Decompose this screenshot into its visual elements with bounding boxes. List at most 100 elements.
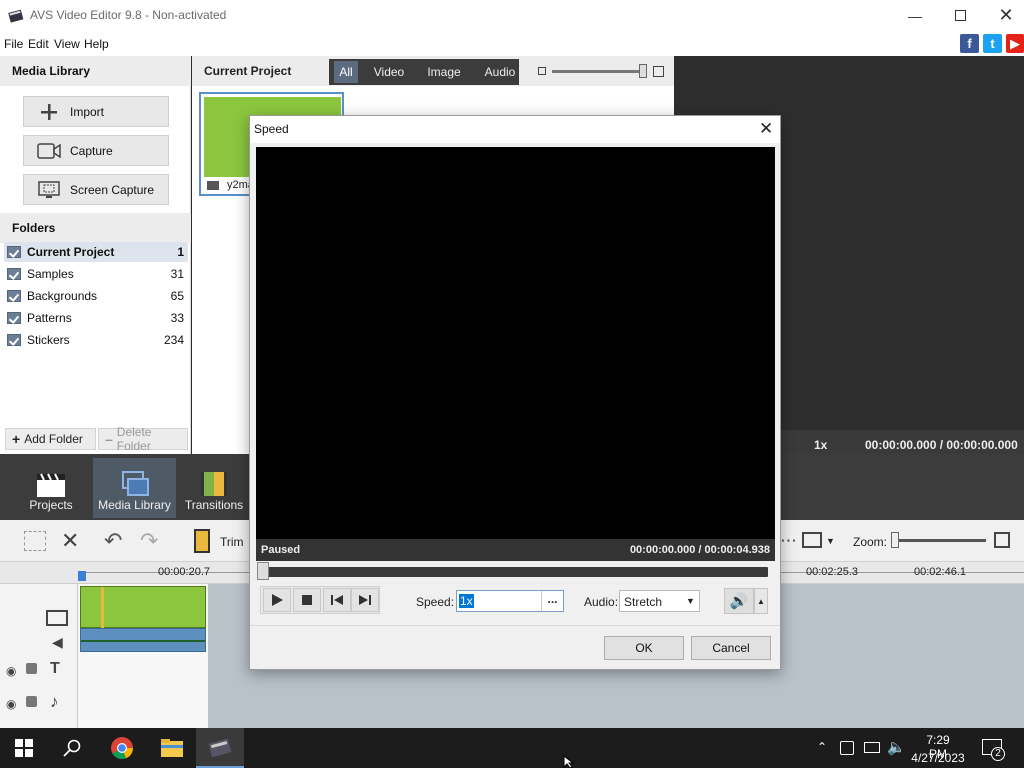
speaker-icon[interactable]: 🔈 — [887, 738, 906, 756]
playback-time: 00:00:00.000 / 00:00:04.938 — [629, 544, 770, 556]
file-explorer-icon[interactable] — [148, 728, 196, 768]
zoom-handle[interactable] — [891, 532, 899, 548]
tab-label: Transitions — [184, 498, 244, 512]
screen-capture-button[interactable]: Screen Capture — [23, 174, 169, 205]
windows-start-icon[interactable] — [0, 728, 48, 768]
delete-folder-button[interactable]: – Delete Folder — [98, 425, 188, 453]
fit-timeline-icon[interactable] — [994, 532, 1010, 548]
folder-stickers[interactable]: Stickers 234 — [4, 330, 188, 350]
ok-button[interactable]: OK — [604, 636, 684, 660]
folder-check-icon — [7, 290, 21, 302]
dialog-seek-bar[interactable] — [260, 567, 768, 577]
facebook-icon[interactable]: f — [960, 34, 979, 53]
folders-title: Folders — [0, 213, 191, 243]
tab-media-library[interactable]: Media Library — [93, 458, 176, 518]
film-stack-icon — [121, 471, 149, 496]
twitter-icon[interactable]: t — [983, 34, 1002, 53]
cancel-button[interactable]: Cancel — [691, 636, 771, 660]
playhead-marker[interactable] — [78, 571, 86, 581]
audio-select[interactable]: Stretch ▼ — [619, 590, 700, 612]
preview-time: 00:00:00.000 / 00:00:00.000 — [865, 438, 1018, 452]
folder-current-project[interactable]: Current Project 1 — [4, 242, 188, 262]
speed-input[interactable]: 1x ... — [456, 590, 564, 612]
add-folder-label: Add Folder — [24, 432, 83, 446]
import-label: Import — [70, 104, 105, 119]
tab-transitions[interactable]: Transitions — [174, 458, 254, 518]
security-icon[interactable] — [840, 741, 854, 755]
video-clip[interactable] — [80, 586, 206, 629]
menu-file[interactable]: File — [4, 37, 23, 51]
clock-date[interactable]: 4/27/2023 — [910, 751, 966, 765]
speed-more-button[interactable]: ... — [541, 591, 563, 611]
aspect-ratio-icon[interactable] — [802, 532, 822, 548]
previous-frame-icon[interactable] — [323, 588, 351, 612]
thumb-size-slider[interactable] — [552, 70, 644, 73]
tab-projects[interactable]: Projects — [11, 458, 91, 518]
trim-label[interactable]: Trim — [220, 535, 244, 549]
clapperboard-icon — [37, 473, 65, 497]
plus-icon — [34, 103, 64, 121]
trim-icon[interactable] — [194, 529, 210, 553]
chevron-down-icon[interactable]: ▼ — [826, 536, 835, 546]
audio-clip[interactable] — [80, 628, 206, 652]
youtube-icon[interactable]: ▶ — [1006, 34, 1024, 53]
capture-button[interactable]: Capture — [23, 135, 169, 166]
tab-audio[interactable]: Audio — [480, 61, 520, 83]
slider-handle[interactable] — [639, 64, 647, 78]
volume-up-icon[interactable]: ▲ — [754, 588, 768, 614]
window-title: AVS Video Editor 9.8 - Non-activated — [30, 8, 227, 22]
close-icon[interactable]: ✕ — [983, 0, 1024, 31]
storyboard-icon[interactable] — [24, 531, 46, 551]
show-hidden-icons-icon[interactable]: ⌃ — [817, 740, 827, 754]
audio-mute-icon[interactable]: ◀ — [52, 634, 63, 651]
play-icon[interactable] — [263, 588, 291, 612]
add-folder-button[interactable]: + Add Folder — [5, 428, 96, 450]
redo-icon[interactable]: ↷ — [140, 528, 158, 554]
stop-icon[interactable] — [293, 588, 321, 612]
dialog-close-icon[interactable]: ✕ — [759, 119, 773, 139]
avs-video-editor-taskbar-icon[interactable] — [196, 728, 244, 768]
speed-value: 1x — [459, 594, 474, 608]
next-frame-icon[interactable] — [351, 588, 379, 612]
undo-icon[interactable]: ↶ — [104, 528, 122, 554]
search-icon[interactable] — [48, 728, 96, 768]
folder-count: 65 — [170, 289, 184, 303]
delete-icon[interactable]: ✕ — [61, 528, 79, 554]
menu-edit[interactable]: Edit — [28, 37, 49, 51]
folder-patterns[interactable]: Patterns 33 — [4, 308, 188, 328]
maximize-icon[interactable] — [937, 0, 983, 31]
eye-icon[interactable]: ◉ — [6, 664, 16, 678]
menu-view[interactable]: View — [54, 37, 80, 51]
volume-icon[interactable]: 🔊 — [724, 588, 754, 614]
speed-label: Speed: — [416, 595, 455, 609]
camera-icon — [34, 142, 64, 159]
folder-samples[interactable]: Samples 31 — [4, 264, 188, 284]
zoom-slider[interactable] — [892, 539, 986, 542]
small-size-icon[interactable] — [538, 67, 546, 75]
minus-icon: – — [105, 431, 113, 447]
folder-backgrounds[interactable]: Backgrounds 65 — [4, 286, 188, 306]
seek-handle[interactable] — [257, 562, 269, 580]
dialog-title-bar: Speed ✕ — [250, 116, 780, 143]
tab-video[interactable]: Video — [368, 61, 410, 83]
eye-icon[interactable]: ◉ — [6, 697, 16, 711]
tab-image[interactable]: Image — [422, 61, 466, 83]
network-icon[interactable] — [864, 742, 880, 753]
lock-icon[interactable] — [26, 696, 37, 707]
project-title: Current Project — [204, 64, 292, 78]
dialog-video-preview — [256, 147, 775, 539]
lock-icon[interactable] — [26, 663, 37, 674]
minimize-icon[interactable]: — — [892, 0, 938, 31]
tab-label: Media Library — [98, 498, 171, 512]
zoom-label: Zoom: — [853, 535, 888, 549]
tab-all[interactable]: All — [334, 61, 358, 83]
dialog-title: Speed — [254, 122, 289, 136]
audio-label: Audio: — [584, 595, 619, 609]
equalizer-icon[interactable]: ⋯ — [780, 531, 797, 551]
folder-count: 33 — [170, 311, 184, 325]
delete-folder-label: Delete Folder — [116, 425, 152, 453]
large-size-icon[interactable] — [653, 66, 664, 77]
menu-help[interactable]: Help — [84, 37, 109, 51]
import-button[interactable]: Import — [23, 96, 169, 127]
chrome-icon[interactable] — [98, 728, 146, 768]
